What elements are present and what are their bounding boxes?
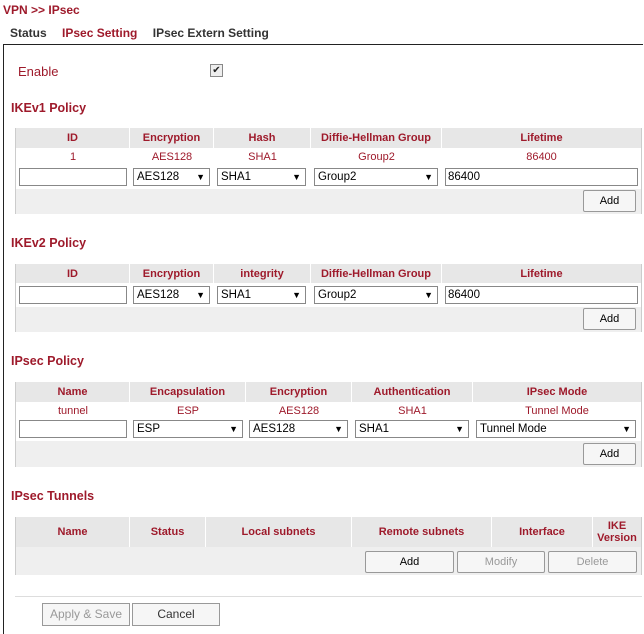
chevron-down-icon: ▼ (334, 424, 343, 434)
name-input[interactable] (19, 420, 127, 438)
ipsec-policy-header: Name Encapsulation Encryption Authentica… (16, 382, 641, 402)
integrity-select[interactable]: SHA1 ▼ (217, 286, 306, 304)
select-value: Tunnel Mode (480, 423, 547, 435)
select-value: Group2 (318, 289, 357, 301)
chevron-down-icon: ▼ (196, 290, 205, 300)
ipsec-tunnels-title: IPsec Tunnels (11, 489, 95, 503)
col-header: Lifetime (442, 128, 641, 148)
ikev1-table: ID Encryption Hash Diffie-Hellman Group … (15, 128, 642, 214)
chevron-down-icon: ▼ (292, 172, 301, 182)
tunnel-delete-button[interactable]: Delete (548, 551, 637, 573)
ipsec-policy-input-row: ESP ▼ AES128 ▼ SHA1 ▼ Tunnel Mode ▼ (16, 417, 641, 441)
ipsec-tunnels-table: Name Status Local subnets Remote subnets… (15, 517, 642, 575)
tab-bar: Status IPsec Setting IPsec Extern Settin… (10, 26, 281, 40)
ipsec-mode-select[interactable]: Tunnel Mode ▼ (476, 420, 636, 438)
col-header: Interface (492, 517, 593, 547)
encryption-select[interactable]: AES128 ▼ (133, 286, 210, 304)
ikev2-table: ID Encryption integrity Diffie-Hellman G… (15, 264, 642, 332)
ipsec-policy-add-button[interactable]: Add (583, 443, 636, 465)
cell: Group2 (358, 151, 395, 163)
encryption-select[interactable]: AES128 ▼ (249, 420, 348, 438)
ikev1-add-button[interactable]: Add (583, 190, 636, 212)
ipsec-policy-title: IPsec Policy (11, 354, 84, 368)
ipsec-tunnels-header: Name Status Local subnets Remote subnets… (16, 517, 641, 547)
tab-ipsec-extern-setting[interactable]: IPsec Extern Setting (153, 26, 269, 40)
id-input[interactable] (19, 168, 127, 186)
col-header: Name (16, 382, 130, 402)
dh-group-select[interactable]: Group2 ▼ (314, 286, 438, 304)
col-header: Diffie-Hellman Group (311, 264, 442, 284)
select-value: SHA1 (221, 171, 252, 183)
dh-group-select[interactable]: Group2 ▼ (314, 168, 438, 186)
select-value: SHA1 (221, 289, 252, 301)
col-header: IPsec Mode (473, 382, 641, 402)
chevron-down-icon: ▼ (424, 172, 433, 182)
tunnel-modify-button[interactable]: Modify (457, 551, 545, 573)
ipsec-policy-table: Name Encapsulation Encryption Authentica… (15, 382, 642, 467)
col-header: Lifetime (442, 264, 641, 284)
enable-label: Enable (18, 64, 59, 79)
hash-select[interactable]: SHA1 ▼ (217, 168, 306, 186)
footer-divider (15, 596, 642, 597)
select-value: SHA1 (359, 423, 390, 435)
ikev2-title: IKEv2 Policy (11, 236, 87, 250)
chevron-down-icon: ▼ (455, 424, 464, 434)
col-header: Authentication (352, 382, 473, 402)
id-input[interactable] (19, 286, 127, 304)
col-header: Hash (214, 128, 311, 148)
tab-status[interactable]: Status (10, 26, 47, 40)
col-header: Encapsulation (130, 382, 246, 402)
col-header: integrity (214, 264, 311, 284)
col-header: Local subnets (206, 517, 352, 547)
apply-save-button[interactable]: Apply & Save (42, 603, 130, 626)
select-value: AES128 (253, 423, 296, 435)
chevron-down-icon: ▼ (229, 424, 238, 434)
col-header: Name (16, 517, 130, 547)
ikev1-title: IKEv1 Policy (11, 101, 87, 115)
authentication-select[interactable]: SHA1 ▼ (355, 420, 469, 438)
encapsulation-select[interactable]: ESP ▼ (133, 420, 243, 438)
ikev2-input-row: AES128 ▼ SHA1 ▼ Group2 ▼ 86400 (16, 283, 641, 307)
col-header: Diffie-Hellman Group (311, 128, 442, 148)
table-row: 1 AES128 SHA1 Group2 86400 (16, 148, 641, 166)
lifetime-input[interactable]: 86400 (445, 286, 638, 304)
cancel-button[interactable]: Cancel (132, 603, 220, 626)
chevron-down-icon: ▼ (196, 172, 205, 182)
select-value: ESP (137, 423, 161, 435)
chevron-down-icon: ▼ (424, 290, 433, 300)
col-header: Encryption (130, 264, 214, 284)
cell: SHA1 (248, 151, 277, 163)
col-header: ID (16, 264, 130, 284)
enable-checkbox[interactable]: ✔ (210, 64, 223, 77)
lifetime-input[interactable]: 86400 (445, 168, 638, 186)
select-value: AES128 (137, 171, 180, 183)
tab-ipsec-setting[interactable]: IPsec Setting (62, 26, 137, 40)
col-header: Encryption (246, 382, 352, 402)
chevron-down-icon: ▼ (622, 424, 631, 434)
ikev2-add-button[interactable]: Add (583, 308, 636, 330)
cell: 1 (69, 151, 77, 163)
col-header: IKE Version (597, 520, 637, 544)
select-value: AES128 (137, 289, 180, 301)
encryption-select[interactable]: AES128 ▼ (133, 168, 210, 186)
tunnel-add-button[interactable]: Add (365, 551, 454, 573)
col-header: Remote subnets (352, 517, 492, 547)
breadcrumb: VPN >> IPsec (3, 3, 80, 17)
ikev1-input-row: AES128 ▼ SHA1 ▼ Group2 ▼ 86400 (16, 165, 641, 189)
cell: 86400 (526, 151, 557, 163)
cell: AES128 (151, 151, 193, 163)
ikev2-header: ID Encryption integrity Diffie-Hellman G… (16, 264, 641, 284)
chevron-down-icon: ▼ (292, 290, 301, 300)
ikev1-header: ID Encryption Hash Diffie-Hellman Group … (16, 128, 641, 148)
select-value: Group2 (318, 171, 357, 183)
col-header: Encryption (130, 128, 214, 148)
col-header: Status (130, 517, 206, 547)
col-header: ID (16, 128, 130, 148)
